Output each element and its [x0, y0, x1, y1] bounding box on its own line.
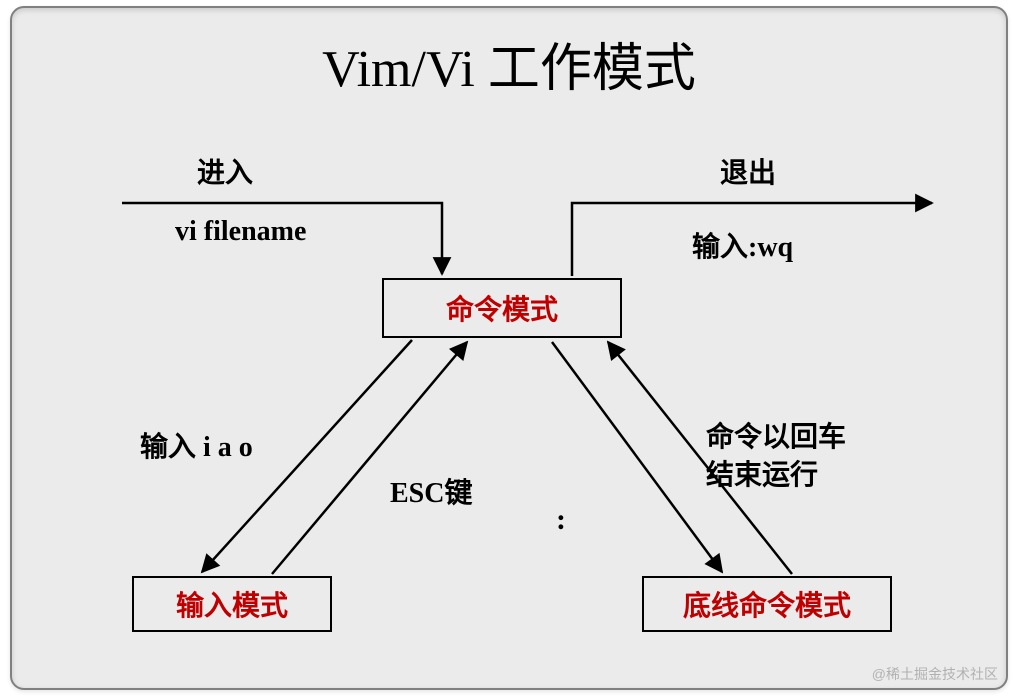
node-lastline-mode: 底线命令模式 [642, 576, 892, 632]
diagram-canvas: Vim/Vi 工作模式 命令模式 输入模式 底线命令模式 进入 vi filen… [10, 6, 1008, 690]
node-command-mode: 命令模式 [382, 278, 622, 338]
label-exit-command: 输入:wq [692, 230, 793, 266]
node-insert-mode: 输入模式 [132, 576, 332, 632]
label-enter-command: vi filename [175, 214, 306, 250]
watermark: @稀土掘金技术社区 [872, 664, 998, 684]
arrow-command-to-lastline [552, 342, 722, 572]
label-enter: 进入 [197, 156, 253, 192]
label-exit: 退出 [720, 156, 776, 192]
label-lastline-return-line2: 结束运行 [706, 458, 818, 494]
diagram-title: Vim/Vi 工作模式 [12, 26, 1006, 101]
arrow-insert-to-command [272, 342, 467, 574]
label-to-insert: 输入 i a o [140, 430, 253, 466]
label-esc: ESC键 [390, 476, 472, 512]
label-colon: : [556, 500, 566, 539]
label-lastline-return-line1: 命令以回车 [706, 420, 846, 456]
